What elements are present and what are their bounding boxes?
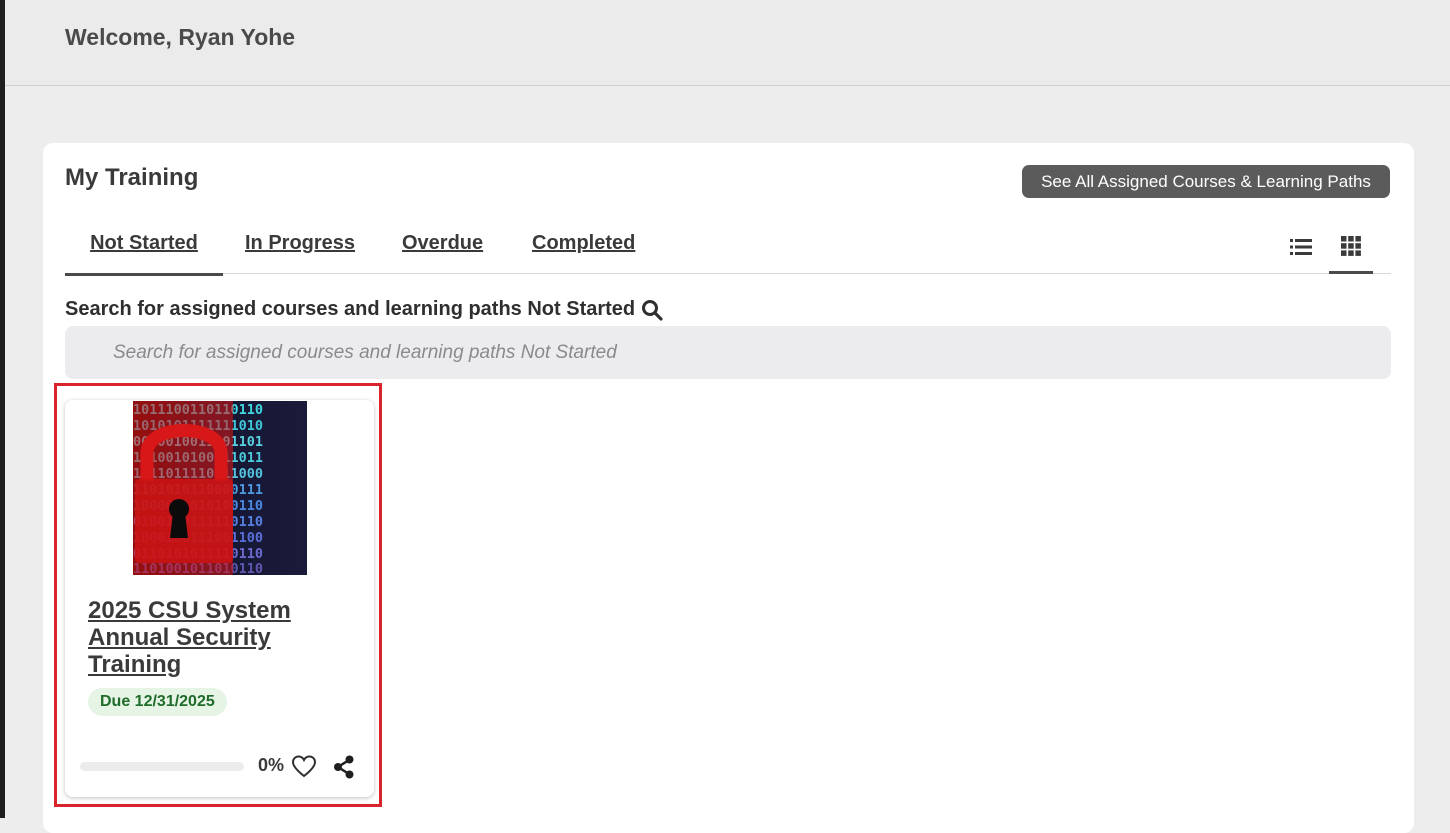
favorite-heart-icon[interactable] [291,754,317,780]
left-edge-bar [0,0,5,818]
tab-completed[interactable]: Completed [532,231,635,273]
share-icon[interactable] [331,754,357,780]
tab-in-progress[interactable]: In Progress [245,231,355,273]
page-header: Welcome, Ryan Yohe [5,0,1450,86]
status-tabs: Not Started In Progress Overdue Complete… [65,221,1391,276]
progress-percent: 0% [258,755,285,775]
panel-title: My Training [65,164,199,191]
padlock-binary-icon[interactable]: 1011100110110110 1010101111111010 000001… [133,401,307,575]
search-input[interactable] [65,326,1391,379]
search-icon[interactable] [641,299,663,321]
search-label-text: Search for assigned courses and learning… [65,298,636,320]
see-all-assigned-button[interactable]: See All Assigned Courses & Learning Path… [1022,165,1390,198]
course-card[interactable]: 1011100110110110 1010101111111010 000001… [65,400,374,797]
list-view-icon[interactable] [1279,221,1323,273]
due-date-badge: Due 12/31/2025 [88,688,227,716]
welcome-text: Welcome, Ryan Yohe [65,24,296,50]
grid-view-icon[interactable] [1329,221,1373,274]
course-title-link[interactable]: 2025 CSU System Annual Security Training [88,597,328,678]
tab-not-started[interactable]: Not Started [65,231,223,276]
progress-bar [80,762,244,771]
tab-overdue[interactable]: Overdue [402,231,483,273]
search-label: Search for assigned courses and learning… [65,298,663,321]
my-training-panel: My Training See All Assigned Courses & L… [43,143,1414,833]
